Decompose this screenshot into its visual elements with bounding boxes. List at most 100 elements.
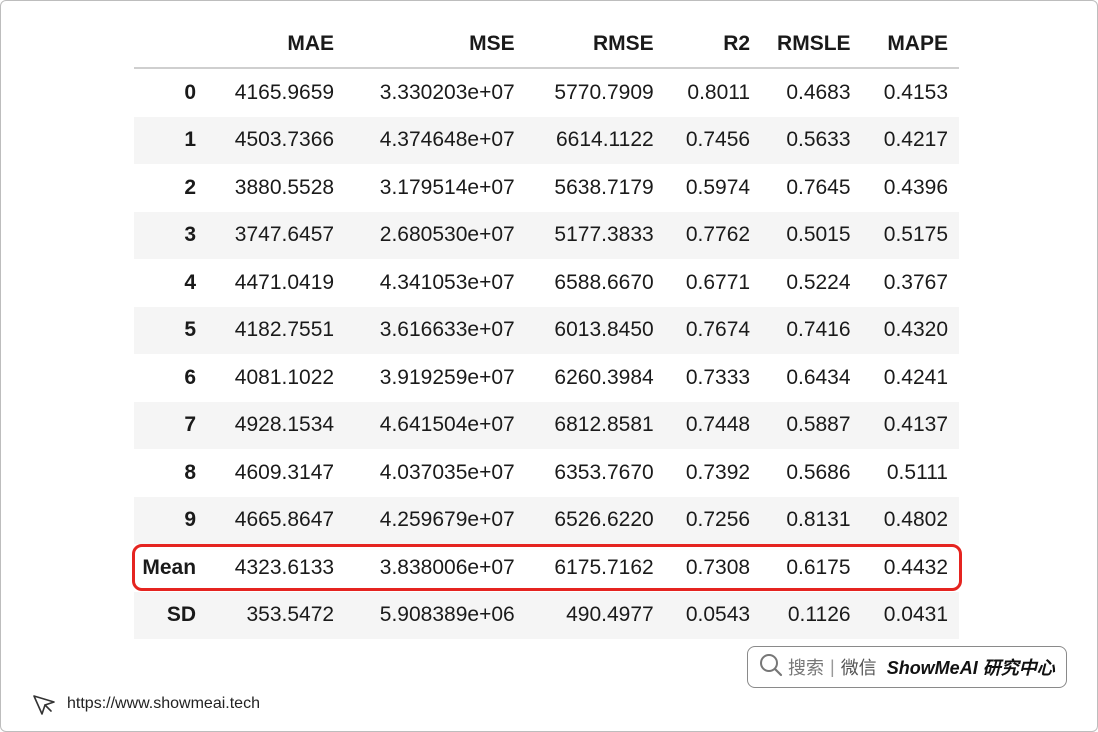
column-header-mse: MSE bbox=[345, 21, 526, 69]
table-cell: 6812.8581 bbox=[554, 413, 654, 437]
wechat-label: 微信 bbox=[840, 658, 877, 678]
table-cell: 0.8131 bbox=[786, 508, 851, 532]
table-row: 8 4609.3147 4.037035e+07 6353.7670 0.7392 0.5… bbox=[134, 449, 959, 497]
table-cell: 2.680530e+07 bbox=[379, 223, 515, 247]
table-cell: 6614.1122 bbox=[555, 128, 654, 152]
table-cell: 0.4320 bbox=[883, 318, 948, 342]
table-cell: 4471.0419 bbox=[234, 270, 335, 294]
table-cell: 3880.5528 bbox=[234, 175, 335, 199]
table-cell: 0.5686 bbox=[786, 460, 851, 484]
table-cell: 0.7456 bbox=[685, 128, 751, 152]
table-cell: 4609.3147 bbox=[234, 460, 335, 484]
row-index: 8 bbox=[184, 460, 197, 484]
row-index: Mean bbox=[142, 555, 197, 579]
table-cell: 0.7448 bbox=[685, 413, 751, 437]
table-cell: 0.4217 bbox=[883, 128, 948, 152]
row-index: 0 bbox=[184, 80, 197, 104]
table-cell: 3747.6457 bbox=[234, 223, 335, 247]
table-cell: 0.5887 bbox=[786, 413, 851, 437]
table-cell: 0.6771 bbox=[685, 270, 751, 294]
row-index: 2 bbox=[184, 175, 197, 199]
table-cell: 4182.7551 bbox=[234, 318, 335, 342]
table-cell: 4665.8647 bbox=[234, 508, 335, 532]
table-cell: 0.5175 bbox=[883, 223, 948, 247]
table-cell: 0.1126 bbox=[787, 603, 851, 627]
search-icon bbox=[758, 652, 784, 683]
column-header-rmsle: RMSLE bbox=[761, 21, 862, 69]
cursor-arrow-icon bbox=[31, 691, 57, 717]
table-cell: 490.4977 bbox=[566, 603, 654, 627]
table-row: 4 4471.0419 4.341053e+07 6588.6670 0.6771 0.5… bbox=[134, 259, 959, 307]
footer-url[interactable]: https://www.showmeai.tech bbox=[67, 695, 260, 713]
brand-name: ShowMeAI 研究中心 bbox=[886, 658, 1055, 678]
table-row: 3 3747.6457 2.680530e+07 5177.3833 0.7762 0.5… bbox=[134, 211, 959, 259]
table-cell: 353.5472 bbox=[246, 603, 335, 627]
table-row: 9 4665.8647 4.259679e+07 6526.6220 0.7256 0.8… bbox=[134, 496, 959, 544]
table-cell: 3.330203e+07 bbox=[379, 80, 515, 104]
table-cell: 0.0543 bbox=[685, 603, 751, 627]
search-badge[interactable]: 搜索 | 微信 ShowMeAI 研究中心 bbox=[747, 646, 1067, 688]
table-cell: 0.7762 bbox=[685, 223, 751, 247]
table-cell: 4.641504e+07 bbox=[379, 413, 515, 437]
table-cell: 5177.3833 bbox=[554, 223, 654, 247]
table-cell: 0.7674 bbox=[685, 318, 751, 342]
column-header-mape: MAPE bbox=[861, 21, 959, 69]
table-cell: 0.5224 bbox=[786, 270, 851, 294]
table-header-row: MAE MSE RMSE R2 RMSLE MAPE bbox=[134, 21, 959, 69]
table-cell: 4.259679e+07 bbox=[379, 508, 515, 532]
table-cell: 5638.7179 bbox=[554, 175, 654, 199]
table-cell: 4.037035e+07 bbox=[379, 460, 515, 484]
table-cell: 0.7645 bbox=[786, 175, 851, 199]
table-cell: 0.5015 bbox=[786, 223, 851, 247]
table-cell: 0.4802 bbox=[883, 508, 948, 532]
table-cell: 4.374648e+07 bbox=[379, 128, 515, 152]
footer-link[interactable]: https://www.showmeai.tech bbox=[31, 691, 260, 717]
table-cell: 0.7333 bbox=[685, 365, 751, 389]
table-cell: 4323.6133 bbox=[234, 555, 335, 579]
table-row: 1 4503.7366 4.374648e+07 6614.1122 0.7456 0.5… bbox=[134, 116, 959, 164]
table-cell: 0.3767 bbox=[883, 270, 948, 294]
table-cell: 0.6175 bbox=[786, 555, 851, 579]
row-index: 1 bbox=[184, 128, 197, 152]
table-cell: 6175.7162 bbox=[554, 555, 654, 579]
table-cell: 0.7416 bbox=[786, 318, 851, 342]
table-cell: 6526.6220 bbox=[554, 508, 654, 532]
badge-separator: | bbox=[830, 656, 835, 677]
table-cell: 0.5633 bbox=[786, 128, 851, 152]
row-index: 4 bbox=[184, 270, 197, 294]
table-cell: 4928.1534 bbox=[234, 413, 335, 437]
table-cell: 0.4137 bbox=[883, 413, 948, 437]
table-cell: 6260.3984 bbox=[554, 365, 654, 389]
table-body: 0 4165.9659 3.330203e+07 5770.7909 0.8011 0.4… bbox=[134, 68, 959, 639]
table-row: 0 4165.9659 3.330203e+07 5770.7909 0.8011 0.4… bbox=[134, 68, 959, 117]
table-cell: 0.7392 bbox=[685, 460, 751, 484]
table-cell: 0.6434 bbox=[786, 365, 851, 389]
table-cell: 3.919259e+07 bbox=[379, 365, 515, 389]
row-index: 3 bbox=[184, 223, 197, 247]
table-row-mean: Mean 4323.6133 3.838006e+07 6175.7162 0.7308… bbox=[134, 544, 959, 592]
table-row: 5 4182.7551 3.616633e+07 6013.8450 0.7674 0.7… bbox=[134, 306, 959, 354]
table-row: 2 3880.5528 3.179514e+07 5638.7179 0.5974 0.7… bbox=[134, 164, 959, 212]
table-cell: 0.4683 bbox=[786, 80, 851, 104]
table-cell: 6588.6670 bbox=[554, 270, 654, 294]
table-cell: 5770.7909 bbox=[554, 80, 654, 104]
table-cell: 3.838006e+07 bbox=[379, 555, 515, 579]
row-index: 5 bbox=[184, 318, 197, 342]
column-header-r2: R2 bbox=[664, 21, 762, 69]
table-cell: 5.908389e+06 bbox=[379, 603, 515, 627]
column-header bbox=[134, 21, 208, 69]
table-cell: 0.4241 bbox=[883, 365, 948, 389]
table-row: 7 4928.1534 4.641504e+07 6812.8581 0.7448 0.5… bbox=[134, 401, 959, 449]
column-header-rmse: RMSE bbox=[525, 21, 665, 69]
table-cell: 0.8011 bbox=[687, 80, 751, 104]
table-cell: 0.7256 bbox=[685, 508, 751, 532]
metrics-table: MAE MSE RMSE R2 RMSLE MAPE 0 4165.9659 3.3… bbox=[134, 21, 959, 639]
table-cell: 4165.9659 bbox=[234, 80, 335, 104]
search-label: 搜索 bbox=[788, 658, 824, 678]
table-cell: 0.5974 bbox=[685, 175, 751, 199]
table-cell: 0.4396 bbox=[883, 175, 948, 199]
screenshot-frame: MAE MSE RMSE R2 RMSLE MAPE 0 4165.9659 3.3… bbox=[0, 0, 1098, 732]
table-cell: 0.5111 bbox=[886, 460, 948, 484]
table-cell: 0.4432 bbox=[883, 555, 948, 579]
table-row: 6 4081.1022 3.919259e+07 6260.3984 0.7333 0.6… bbox=[134, 354, 959, 402]
